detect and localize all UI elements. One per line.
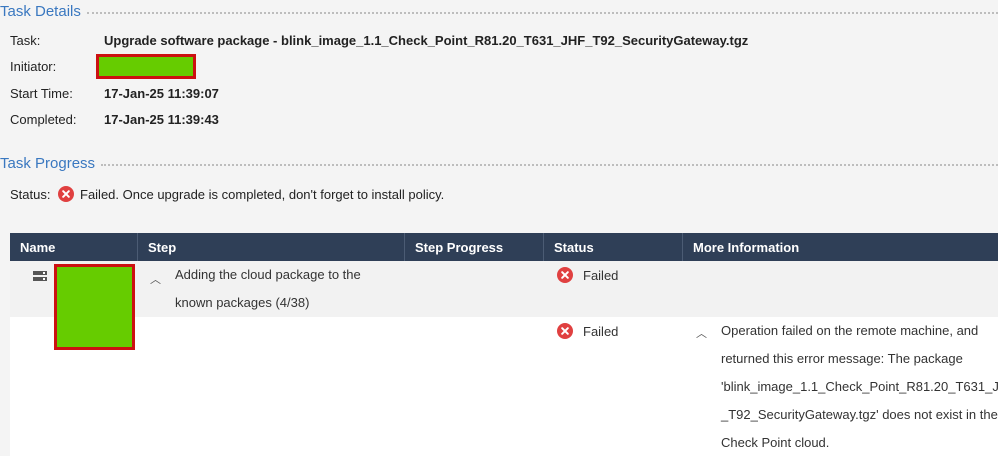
error-icon bbox=[557, 267, 573, 283]
step-line-1: Adding the cloud package to the bbox=[175, 267, 361, 282]
row-status: Failed bbox=[557, 267, 618, 283]
initiator-redacted-value bbox=[96, 54, 196, 79]
completed-row: Completed: 17-Jan-25 11:39:43 bbox=[10, 109, 219, 129]
row-status: Failed bbox=[557, 323, 618, 339]
start-time-value: 17-Jan-25 11:39:07 bbox=[104, 85, 219, 101]
column-header-more-information[interactable]: More Information bbox=[683, 233, 998, 261]
name-redacted-value bbox=[54, 264, 135, 350]
table-row[interactable]: ︿ Adding the cloud package to the known … bbox=[10, 261, 998, 317]
error-icon bbox=[557, 323, 573, 339]
start-time-row: Start Time: 17-Jan-25 11:39:07 bbox=[10, 83, 219, 103]
task-progress-title: Task Progress bbox=[0, 155, 96, 172]
status-label: Status: bbox=[10, 186, 51, 202]
info-line: 'blink_image_1.1_Check_Point_R81.20_T631… bbox=[721, 379, 998, 394]
start-time-label: Start Time: bbox=[10, 85, 73, 101]
divider bbox=[101, 163, 998, 166]
task-details-header: Task Details bbox=[0, 3, 998, 20]
column-header-step[interactable]: Step bbox=[138, 233, 405, 261]
task-label: Task: bbox=[10, 32, 41, 48]
column-header-name[interactable]: Name bbox=[10, 233, 138, 261]
step-line-2: known packages (4/38) bbox=[175, 295, 310, 310]
task-row: Task: Upgrade software package - blink_i… bbox=[10, 30, 748, 50]
info-line: returned this error message: The package bbox=[721, 351, 963, 366]
info-line: _T92_SecurityGateway.tgz' does not exist… bbox=[721, 407, 998, 422]
column-header-status[interactable]: Status bbox=[544, 233, 683, 261]
task-details-title: Task Details bbox=[0, 3, 81, 20]
task-progress-header: Task Progress bbox=[0, 155, 998, 172]
chevron-up-icon[interactable]: ︿ bbox=[150, 271, 161, 287]
row-status-text: Failed bbox=[583, 323, 619, 339]
info-line: Operation failed on the remote machine, … bbox=[721, 323, 979, 338]
row-status-text: Failed bbox=[583, 267, 619, 283]
info-line: Check Point cloud. bbox=[721, 435, 830, 450]
initiator-label: Initiator: bbox=[10, 58, 57, 74]
task-progress-table: Name Step Step Progress Status More Info… bbox=[10, 233, 998, 456]
column-header-step-progress[interactable]: Step Progress bbox=[405, 233, 544, 261]
server-icon bbox=[33, 271, 47, 287]
completed-label: Completed: bbox=[10, 111, 77, 127]
initiator-row: Initiator: bbox=[10, 56, 104, 76]
divider bbox=[86, 11, 998, 14]
error-icon bbox=[58, 186, 74, 202]
status-line: Status: Failed. Once upgrade is complete… bbox=[10, 184, 444, 204]
chevron-up-icon[interactable]: ︿ bbox=[696, 325, 707, 341]
task-value: Upgrade software package - blink_image_1… bbox=[104, 32, 749, 48]
table-row[interactable]: Failed ︿ Operation failed on the remote … bbox=[10, 317, 998, 456]
completed-value: 17-Jan-25 11:39:43 bbox=[104, 111, 219, 127]
table-header: Name Step Step Progress Status More Info… bbox=[10, 233, 998, 261]
status-text: Failed. Once upgrade is completed, don't… bbox=[80, 186, 445, 202]
